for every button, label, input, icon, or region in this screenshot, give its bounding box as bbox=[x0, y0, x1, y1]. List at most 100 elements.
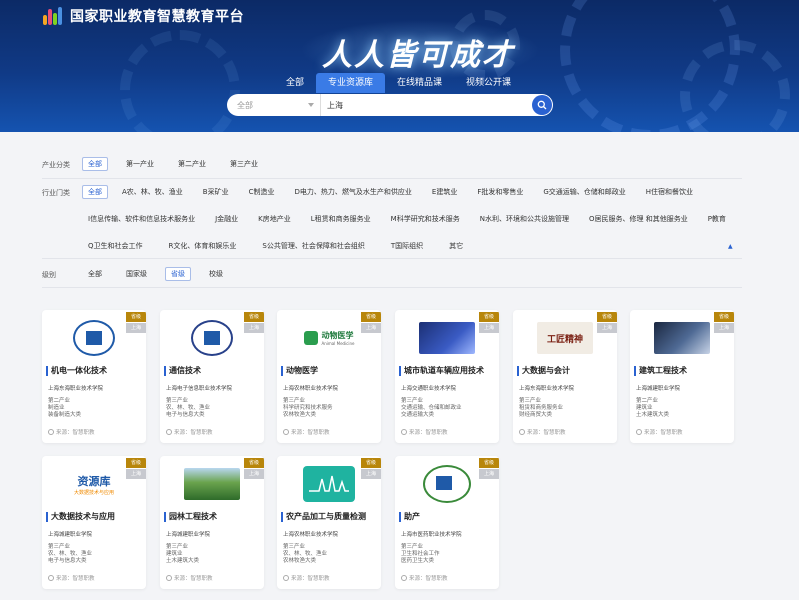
resource-card[interactable]: 省级 上海 农产品加工与质量检测 上海农林职业技术学院 第三产业 农、林、牧、渔… bbox=[277, 456, 381, 589]
search-scope-select[interactable]: 全部 bbox=[227, 94, 321, 116]
card-thumbnail bbox=[405, 464, 489, 504]
resource-card[interactable]: 动物医学 Animal Medicine 省级 上海 动物医学 上海农林职业技术… bbox=[277, 310, 381, 443]
filter-option[interactable]: Q卫生和社会工作 bbox=[82, 239, 149, 253]
card-info: 农林牧渔大类 bbox=[283, 558, 317, 564]
resource-card[interactable]: 省级 上海 建筑工程技术 上海城建职业学院 第二产业 建筑业 土木建筑大类 来源… bbox=[630, 310, 734, 443]
tab-all[interactable]: 全部 bbox=[274, 73, 316, 93]
card-title: 园林工程技术 bbox=[164, 512, 217, 522]
site-logo[interactable]: 国家职业教育智慧教育平台 bbox=[42, 5, 244, 27]
filter-option[interactable]: 其它 bbox=[443, 239, 469, 253]
filter-option[interactable]: 全部 bbox=[82, 157, 108, 171]
filter-option[interactable]: 省级 bbox=[165, 267, 191, 281]
filter-row-industry-sector-1: 全部 A农、林、牧、渔业 B采矿业 C制造业 D电力、热力、燃气及水生产和供应业… bbox=[82, 185, 699, 199]
filter-option[interactable]: I信息传输、软件和信息技术服务业 bbox=[82, 212, 201, 226]
card-thumbnail bbox=[640, 318, 724, 358]
card-school: 上海城建职业学院 bbox=[636, 386, 681, 392]
card-source-text: 来源：智慧职教 bbox=[409, 430, 448, 436]
filter-row-level: 全部 国家级 省级 校级 bbox=[82, 267, 241, 281]
city-badge: 上海 bbox=[244, 323, 264, 333]
card-source-text: 来源：智慧职教 bbox=[527, 430, 566, 436]
city-badge: 上海 bbox=[244, 469, 264, 479]
craftsman-banner: 工匠精神 bbox=[537, 322, 593, 354]
level-badge: 省级 bbox=[244, 458, 264, 468]
filter-option[interactable]: N水利、环境和公共设施管理 bbox=[474, 212, 575, 226]
search-input[interactable] bbox=[321, 100, 532, 110]
gear-decoration bbox=[120, 30, 240, 132]
resource-card[interactable]: 省级 上海 机电一体化技术 上海东海职业技术学院 第二产业 制造业 装备制造大类… bbox=[42, 310, 146, 443]
filter-option[interactable]: D电力、热力、燃气及水生产和供应业 bbox=[289, 185, 418, 199]
filter-option[interactable]: J金融业 bbox=[209, 212, 244, 226]
filter-option[interactable]: O居民服务、修理 和其他服务业 bbox=[583, 212, 694, 226]
level-badge: 省级 bbox=[479, 458, 499, 468]
filter-option[interactable]: C制造业 bbox=[243, 185, 281, 199]
filter-option[interactable]: E建筑业 bbox=[426, 185, 463, 199]
level-badge: 省级 bbox=[361, 458, 381, 468]
logo-text: 动物医学 bbox=[321, 331, 354, 340]
filter-row-industry-sector-3: Q卫生和社会工作 R文化、体育和娱乐业 S公共管理、社会保障和社会组织 T国际组… bbox=[82, 239, 481, 253]
card-info: 第二产业 bbox=[48, 398, 71, 404]
resource-card[interactable]: 资源库 大数据技术与应用 省级 上海 大数据技术与应用 上海城建职业学院 第三产… bbox=[42, 456, 146, 589]
filter-option[interactable]: 校级 bbox=[203, 267, 229, 281]
level-badge: 省级 bbox=[597, 312, 617, 322]
card-school: 上海交通职业技术学院 bbox=[401, 386, 457, 392]
card-source-text: 来源：智慧职教 bbox=[291, 430, 330, 436]
card-school: 上海电子信息职业技术学院 bbox=[166, 386, 233, 392]
animal-medicine-logo: 动物医学 Animal Medicine bbox=[322, 330, 355, 346]
search-button[interactable] bbox=[532, 95, 552, 115]
level-badge: 省级 bbox=[126, 312, 146, 322]
filter-panel: 产业分类 全部 第一产业 第二产业 第三产业 行业门类 全部 A农、林、牧、渔业… bbox=[0, 132, 799, 292]
card-source: 来源：智慧职教 bbox=[283, 428, 330, 436]
hero-banner: 国家职业教育智慧教育平台 人人皆可成才 全部 专业资源库 在线精品课 视频公开课… bbox=[0, 0, 799, 132]
resource-card[interactable]: 省级 上海 城市轨道车辆应用技术 上海交通职业技术学院 第三产业 交通运输、仓储… bbox=[395, 310, 499, 443]
clock-icon bbox=[283, 575, 289, 581]
resource-card[interactable]: 工匠精神 省级 上海 大数据与会计 上海东海职业技术学院 第三产业 租赁和商务服… bbox=[513, 310, 617, 443]
filter-option[interactable]: R文化、体育和娱乐业 bbox=[163, 239, 243, 253]
city-badge: 上海 bbox=[479, 323, 499, 333]
filter-option[interactable]: 全部 bbox=[82, 185, 108, 199]
construction-photo bbox=[654, 322, 710, 354]
filter-option[interactable]: K房地产业 bbox=[252, 212, 297, 226]
tab-professional-library[interactable]: 专业资源库 bbox=[316, 73, 386, 93]
resource-card[interactable]: 省级 上海 助产 上海市医药职业技术学院 第三产业 卫生和社会工作 医药卫生大类… bbox=[395, 456, 499, 589]
filter-option[interactable]: 第三产业 bbox=[224, 157, 264, 171]
card-info: 土木建筑大类 bbox=[636, 412, 670, 418]
card-thumbnail: 资源库 大数据技术与应用 bbox=[52, 464, 136, 504]
card-source-text: 来源：智慧职教 bbox=[56, 430, 95, 436]
filter-option[interactable]: G交通运输、仓储和邮政业 bbox=[537, 185, 631, 199]
garden-photo bbox=[184, 468, 240, 500]
filter-option[interactable]: P教育 bbox=[702, 212, 732, 226]
filter-label-level: 级别 bbox=[42, 271, 56, 279]
card-info: 第三产业 bbox=[401, 398, 424, 404]
zhiyuanku-logo-text: 资源库 bbox=[77, 474, 111, 488]
city-badge: 上海 bbox=[714, 323, 734, 333]
card-info: 第三产业 bbox=[166, 398, 189, 404]
filter-option[interactable]: H住宿和餐饮业 bbox=[640, 185, 699, 199]
card-source: 来源：智慧职教 bbox=[401, 428, 448, 436]
filter-option[interactable]: 全部 bbox=[82, 267, 108, 281]
filter-option[interactable]: 第二产业 bbox=[172, 157, 212, 171]
card-info: 土木建筑大类 bbox=[166, 558, 200, 564]
resource-card[interactable]: 省级 上海 通信技术 上海电子信息职业技术学院 第三产业 农、林、牧、渔业 电子… bbox=[160, 310, 264, 443]
level-badge: 省级 bbox=[479, 312, 499, 322]
filter-option[interactable]: F批发和零售业 bbox=[471, 185, 529, 199]
filter-option[interactable]: S公共管理、社会保障和社会组织 bbox=[256, 239, 370, 253]
tab-video-courses[interactable]: 视频公开课 bbox=[454, 73, 523, 93]
card-title: 通信技术 bbox=[164, 366, 201, 376]
tab-online-courses[interactable]: 在线精品课 bbox=[385, 73, 454, 93]
filter-option[interactable]: B采矿业 bbox=[197, 185, 235, 199]
card-school: 上海市医药职业技术学院 bbox=[401, 532, 462, 538]
filter-option[interactable]: 第一产业 bbox=[120, 157, 160, 171]
filter-option[interactable]: M科学研究和技术服务 bbox=[385, 212, 466, 226]
clock-icon bbox=[283, 429, 289, 435]
card-info: 建筑业 bbox=[166, 551, 183, 557]
resource-card[interactable]: 省级 上海 园林工程技术 上海城建职业学院 第三产业 建筑业 土木建筑大类 来源… bbox=[160, 456, 264, 589]
filter-label-industry-category: 产业分类 bbox=[42, 161, 70, 169]
filter-option[interactable]: A农、林、牧、渔业 bbox=[116, 185, 189, 199]
clock-icon bbox=[519, 429, 525, 435]
card-info: 卫生和社会工作 bbox=[401, 551, 440, 557]
collapse-arrow-icon[interactable]: ▲ bbox=[728, 243, 733, 250]
filter-option[interactable]: 国家级 bbox=[120, 267, 153, 281]
filter-option[interactable]: T国际组织 bbox=[385, 239, 429, 253]
filter-label-industry-sector: 行业门类 bbox=[42, 189, 70, 197]
filter-option[interactable]: L租赁和商务服务业 bbox=[305, 212, 377, 226]
